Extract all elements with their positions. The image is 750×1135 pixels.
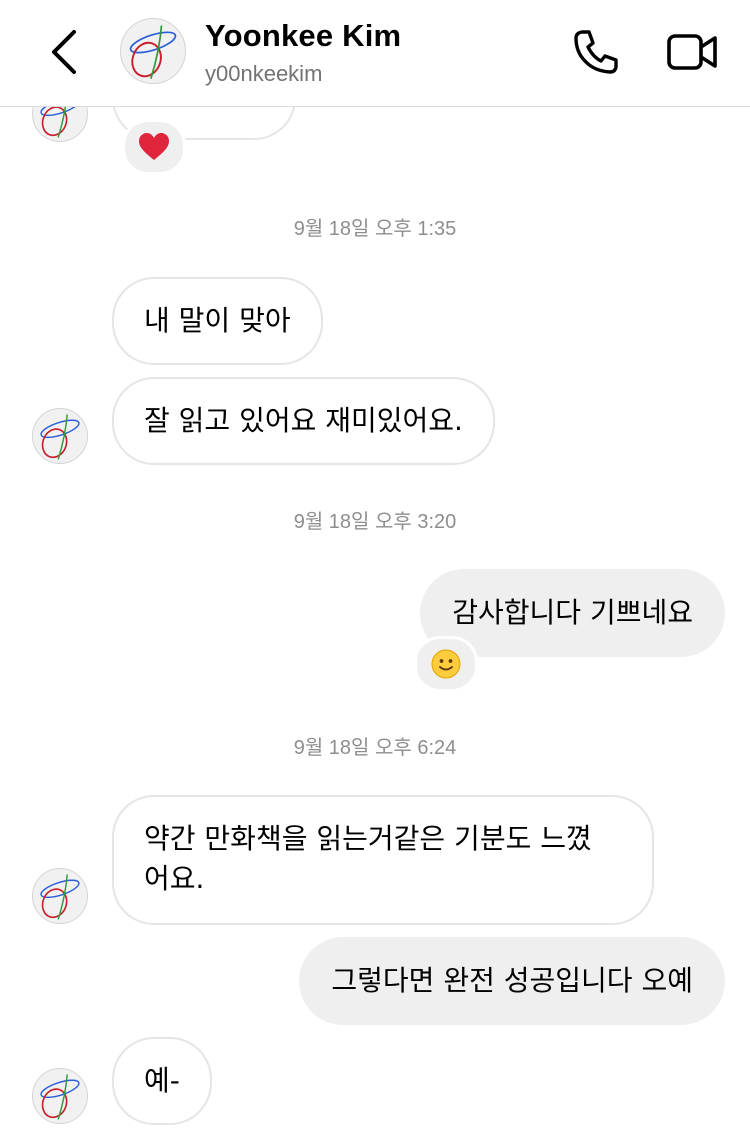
message-text-line: 약간 만화책을 읽는거같은 기분도 느꼈 xyxy=(144,822,592,855)
message-text: 잘 읽고 있어요 재미있어요. xyxy=(144,404,463,437)
message-text: 감사합니다 기쁘네요 xyxy=(452,596,693,629)
heart-icon xyxy=(139,133,169,160)
video-call-button[interactable] xyxy=(664,24,720,80)
message-text: 내 말이 맞아 xyxy=(144,304,291,337)
message-bubble-incoming[interactable]: 내 말이 맞아 xyxy=(112,277,323,365)
message-bubble-incoming[interactable]: 약간 만화책을 읽는거같은 기분도 느꼈 어요. xyxy=(112,795,654,925)
contact-username[interactable]: y00nkeekim xyxy=(205,61,322,87)
message-text: 그렇다면 완전 성공입니다 오예 xyxy=(331,964,693,997)
sender-avatar[interactable] xyxy=(32,1068,88,1124)
avatar-drawing xyxy=(40,874,80,920)
chat-header: Yoonkee Kim y00nkeekim xyxy=(0,0,750,107)
call-button[interactable] xyxy=(568,24,624,80)
timestamp: 9월 18일 오후 1:35 xyxy=(293,218,457,240)
message-bubble-incoming[interactable]: 잘 읽고 있어요 재미있어요. xyxy=(112,377,495,465)
reaction-badge[interactable] xyxy=(414,636,478,692)
message-bubble-incoming[interactable]: 예- xyxy=(112,1037,212,1125)
message-text-line: 어요. xyxy=(144,862,205,895)
timestamp: 9월 18일 오후 6:24 xyxy=(293,737,457,759)
avatar-drawing xyxy=(40,414,80,460)
chevron-left-icon xyxy=(52,30,76,74)
sender-avatar[interactable] xyxy=(32,868,88,924)
back-button[interactable] xyxy=(40,26,88,78)
timestamp: 9월 18일 오후 3:20 xyxy=(293,511,457,533)
avatar-drawing xyxy=(40,1074,80,1120)
contact-avatar[interactable] xyxy=(120,18,186,84)
message-bubble-outgoing[interactable]: 그렇다면 완전 성공입니다 오예 xyxy=(299,937,725,1025)
phone-icon xyxy=(574,30,618,74)
sender-avatar[interactable] xyxy=(32,408,88,464)
contact-name[interactable]: Yoonkee Kim xyxy=(205,18,401,54)
slightly-smiling-face-icon xyxy=(431,649,461,679)
reaction-badge[interactable] xyxy=(122,119,186,175)
avatar-drawing xyxy=(129,25,177,79)
message-text: 예- xyxy=(144,1064,180,1097)
video-camera-icon xyxy=(667,34,717,70)
